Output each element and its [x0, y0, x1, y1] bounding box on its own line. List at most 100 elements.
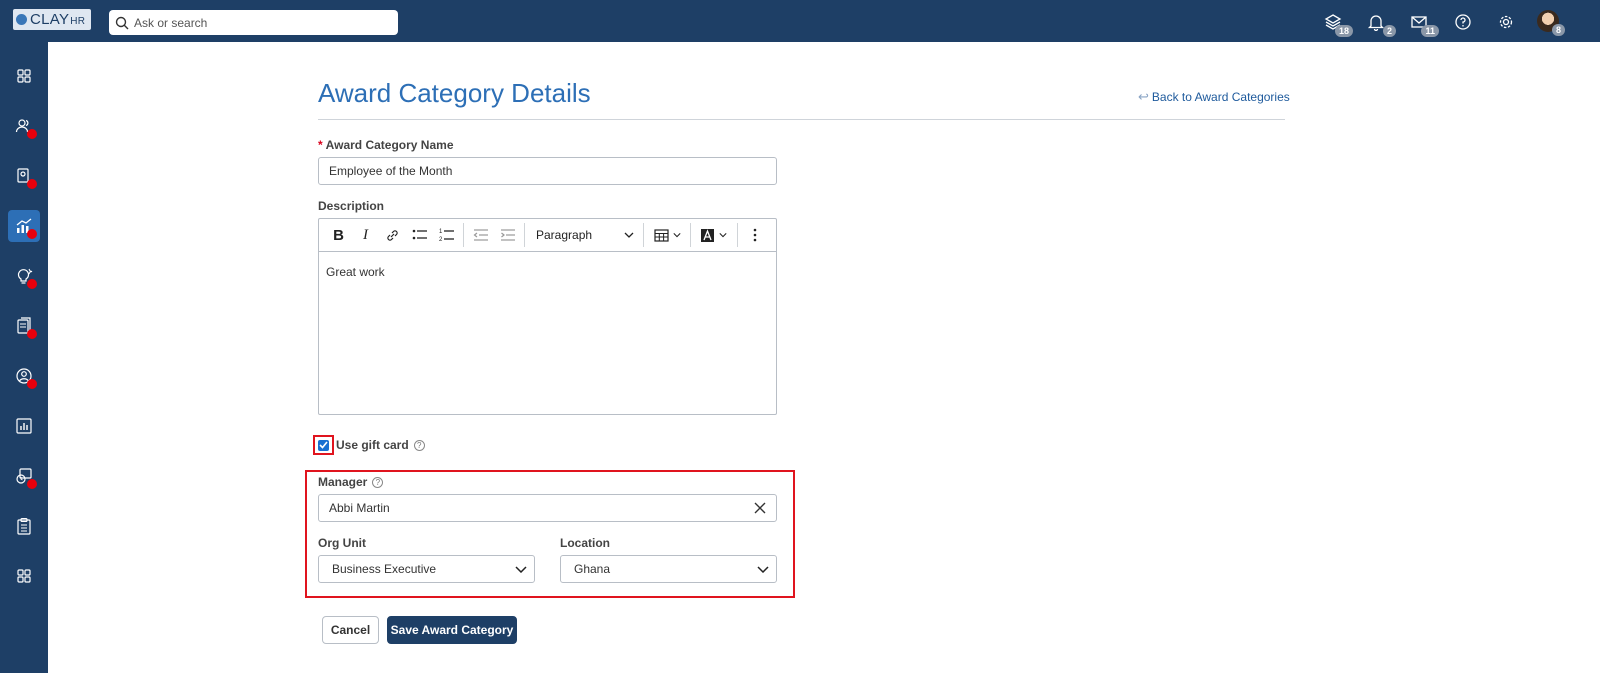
- bullet-list-button[interactable]: [406, 223, 433, 247]
- divider: [318, 119, 1285, 120]
- search-box[interactable]: [109, 10, 398, 35]
- manager-value: Abbi Martin: [329, 501, 390, 515]
- location-select[interactable]: Ghana: [560, 555, 777, 583]
- link-button[interactable]: [379, 223, 406, 247]
- manager-label-text: Manager: [318, 475, 368, 489]
- page-title: Award Category Details: [318, 78, 591, 108]
- sidebar-item-profile[interactable]: [8, 360, 40, 392]
- gift-card-checkbox-highlight: [313, 435, 334, 455]
- sidebar-item-apps[interactable]: [8, 560, 40, 592]
- description-label: Description: [318, 199, 385, 213]
- sidebar-item-documents[interactable]: [8, 310, 40, 342]
- reports-icon: [16, 418, 32, 434]
- alert-dot: [27, 179, 37, 189]
- search-input[interactable]: [134, 15, 384, 30]
- more-options-button[interactable]: [741, 223, 768, 247]
- numbered-list-icon: 1 2: [439, 229, 454, 242]
- alert-dot: [27, 379, 37, 389]
- sidebar-item-ideas[interactable]: [8, 260, 40, 292]
- toolbar-separator: [524, 223, 525, 247]
- chevron-down-icon: [719, 233, 727, 238]
- help-icon: [1455, 14, 1471, 30]
- alert-dot: [27, 479, 37, 489]
- alert-dot: [27, 129, 37, 139]
- back-arrow-icon: ↩: [1138, 89, 1149, 104]
- indent-button[interactable]: [494, 223, 521, 247]
- editor-toolbar: B I 1 2 Paragraph: [319, 219, 776, 252]
- toolbar-separator: [737, 223, 738, 247]
- gift-card-label-text: Use gift card: [336, 438, 409, 452]
- toolbar-separator: [463, 223, 464, 247]
- search-icon: [115, 16, 129, 29]
- save-award-category-button[interactable]: Save Award Category: [387, 616, 517, 644]
- avatar[interactable]: 8: [1537, 10, 1565, 36]
- toolbar-separator: [690, 223, 691, 247]
- back-link-label: Back to Award Categories: [1151, 90, 1290, 104]
- help-icon[interactable]: ?: [413, 439, 425, 451]
- org-unit-value: Business Executive: [332, 562, 437, 576]
- gift-card-checkbox[interactable]: [318, 439, 329, 451]
- award-name-input[interactable]: Employee of the Month: [318, 157, 777, 185]
- chevron-down-icon: [757, 565, 769, 573]
- clipboard-icon: [17, 517, 31, 535]
- clayhr-logo[interactable]: CLAY HR: [13, 9, 91, 30]
- required-asterisk: *: [318, 138, 323, 152]
- gift-card-label: Use gift card ?: [336, 438, 425, 452]
- back-link[interactable]: ↩ Back to Award Categories: [1138, 89, 1290, 105]
- top-bar: CLAY HR 18 2 11: [0, 0, 1600, 42]
- italic-button[interactable]: I: [352, 223, 379, 247]
- dashboard-icon: [17, 69, 31, 83]
- gear-icon: [1499, 15, 1513, 29]
- italic-icon: I: [363, 226, 368, 243]
- layers-button[interactable]: 18: [1321, 10, 1353, 37]
- help-button[interactable]: [1451, 10, 1475, 34]
- bullet-list-icon: [412, 229, 427, 240]
- help-icon[interactable]: ?: [372, 476, 384, 488]
- sidebar-item-people[interactable]: [8, 110, 40, 142]
- award-name-value: Employee of the Month: [329, 164, 453, 178]
- description-editor: B I 1 2 Paragraph Great work: [318, 218, 777, 415]
- manager-field[interactable]: Abbi Martin: [318, 494, 777, 522]
- sidebar-item-clipboard[interactable]: [8, 510, 40, 542]
- avatar-badge: 8: [1551, 24, 1565, 36]
- org-unit-select[interactable]: Business Executive: [318, 555, 535, 583]
- table-icon: [653, 228, 669, 242]
- clear-icon[interactable]: [754, 502, 766, 514]
- numbered-list-button[interactable]: 1 2: [433, 223, 460, 247]
- editor-content[interactable]: Great work: [319, 252, 776, 279]
- sidebar-item-employee-settings[interactable]: [8, 160, 40, 192]
- settings-button[interactable]: [1494, 10, 1518, 34]
- outdent-icon: [473, 229, 488, 241]
- alert-dot: [27, 279, 37, 289]
- location-value: Ghana: [574, 562, 611, 576]
- svg-text:2: 2: [439, 237, 443, 242]
- chevron-down-icon: [515, 565, 527, 573]
- cancel-button[interactable]: Cancel: [322, 616, 379, 644]
- location-label: Location: [560, 536, 610, 550]
- insert-table-button[interactable]: [647, 223, 687, 247]
- indent-icon: [500, 229, 515, 241]
- org-unit-label: Org Unit: [318, 536, 366, 550]
- layers-badge: 18: [1334, 25, 1353, 37]
- paragraph-style-dropdown[interactable]: Paragraph: [528, 223, 640, 247]
- paragraph-style-value: Paragraph: [536, 228, 593, 242]
- alert-dot: [27, 329, 37, 339]
- link-icon: [387, 229, 398, 241]
- outdent-button[interactable]: [467, 223, 494, 247]
- sidebar-item-time-clock[interactable]: [8, 460, 40, 492]
- alert-dot: [27, 229, 37, 239]
- sidebar-item-reports[interactable]: [8, 410, 40, 442]
- sidebar-item-performance[interactable]: [8, 210, 40, 242]
- manager-label: Manager ?: [318, 475, 384, 489]
- award-name-label: * Award Category Name: [318, 138, 454, 152]
- sidebar-item-dashboard[interactable]: [8, 60, 40, 92]
- bold-button[interactable]: B: [325, 223, 352, 247]
- apps-icon: [17, 569, 31, 583]
- logo-text: CLAY: [30, 11, 70, 28]
- award-name-label-text: Award Category Name: [325, 138, 454, 152]
- messages-button[interactable]: 11: [1407, 10, 1439, 37]
- chevron-down-icon: [624, 232, 634, 238]
- notifications-button[interactable]: 2: [1364, 10, 1396, 37]
- logo-suffix: HR: [70, 15, 86, 27]
- text-color-button[interactable]: [694, 223, 734, 247]
